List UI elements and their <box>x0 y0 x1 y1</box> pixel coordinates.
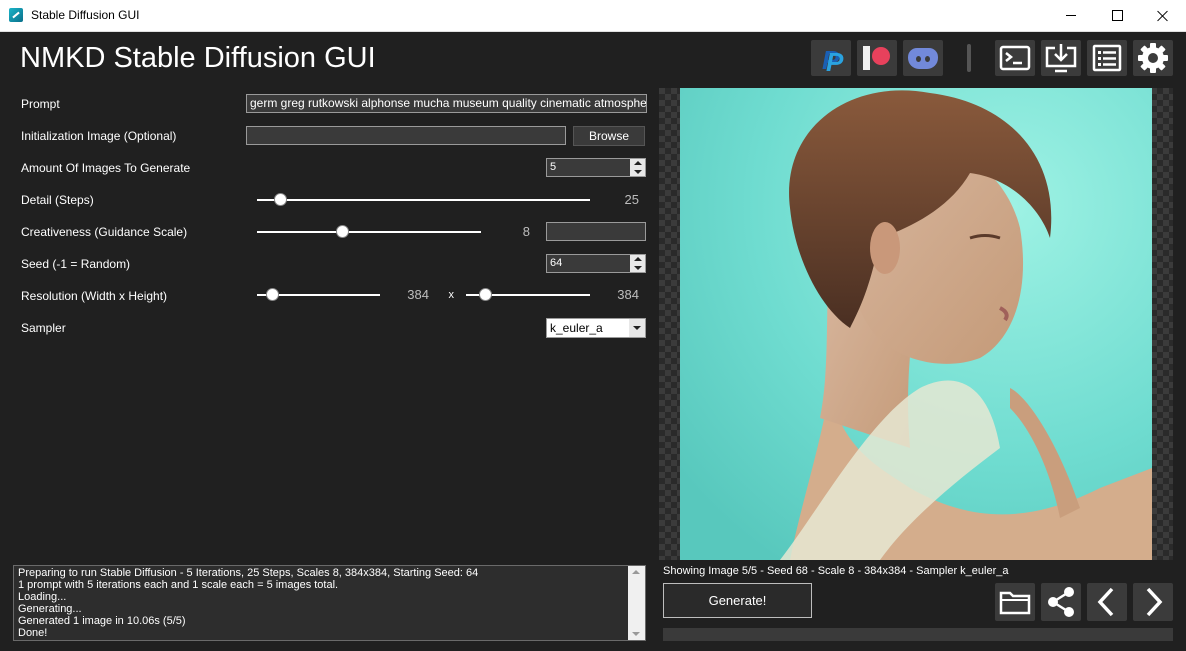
width-slider-thumb[interactable] <box>265 288 279 301</box>
spin-down-icon <box>634 170 642 174</box>
log-line: 1 prompt with 5 iterations each and 1 sc… <box>18 579 339 591</box>
generate-button[interactable]: Generate! <box>663 583 812 618</box>
log-line: Generating... <box>18 603 82 615</box>
width-value: 384 <box>407 287 429 302</box>
browse-button[interactable]: Browse <box>573 126 645 146</box>
title-bar: Stable Diffusion GUI <box>0 0 1186 32</box>
guidance-slider-thumb[interactable] <box>336 225 350 238</box>
terminal-icon <box>999 45 1031 71</box>
spin-up-icon <box>634 257 642 261</box>
prompt-input[interactable]: germ greg rutkowski alphonse mucha museu… <box>246 94 647 113</box>
steps-label: Detail (Steps) <box>21 193 94 207</box>
share-button[interactable] <box>1041 583 1081 621</box>
amount-value: 5 <box>550 161 557 173</box>
previous-icon <box>1097 587 1114 617</box>
steps-slider-thumb[interactable] <box>274 193 288 206</box>
app-icon <box>9 8 23 22</box>
guidance-input[interactable] <box>546 222 646 241</box>
steps-slider-track[interactable] <box>257 199 590 201</box>
log-line: Loading... <box>18 591 67 603</box>
sampler-select[interactable]: k_euler_a <box>546 318 646 338</box>
list-button[interactable] <box>1087 40 1127 76</box>
list-icon <box>1092 44 1122 72</box>
install-icon <box>1045 44 1077 73</box>
generated-image <box>680 88 1152 560</box>
close-button[interactable] <box>1140 0 1186 31</box>
spin-down-icon <box>634 266 642 270</box>
spin-up-icon <box>634 161 642 165</box>
height-value: 384 <box>617 287 639 302</box>
init-image-label: Initialization Image (Optional) <box>21 129 177 143</box>
toolbar-divider <box>967 44 971 72</box>
next-image-button[interactable] <box>1133 583 1173 621</box>
log-line: Generated 1 image in 10.06s (5/5) <box>18 615 186 627</box>
image-info: Showing Image 5/5 - Seed 68 - Scale 8 - … <box>663 565 1009 577</box>
guidance-slider-track[interactable] <box>257 231 481 233</box>
height-slider-thumb[interactable] <box>478 288 492 301</box>
discord-icon <box>908 48 938 69</box>
seed-value: 64 <box>550 257 563 269</box>
previous-image-button[interactable] <box>1087 583 1127 621</box>
chevron-down-icon[interactable] <box>629 319 645 337</box>
minimize-button[interactable] <box>1048 0 1094 31</box>
paypal-icon: PP <box>822 45 844 77</box>
prompt-label: Prompt <box>21 97 60 111</box>
minimize-icon <box>1066 15 1076 16</box>
folder-icon <box>999 591 1031 615</box>
discord-button[interactable] <box>903 40 943 76</box>
resolution-separator: x <box>448 289 455 301</box>
terminal-button[interactable] <box>995 40 1035 76</box>
paypal-button[interactable]: PP <box>811 40 851 77</box>
steps-value: 25 <box>624 192 639 207</box>
share-icon <box>1048 587 1074 617</box>
log-lines: Preparing to run Stable Diffusion - 5 It… <box>18 567 626 639</box>
scroll-down-icon[interactable] <box>632 632 640 636</box>
init-image-input[interactable] <box>246 126 566 145</box>
resolution-label: Resolution (Width x Height) <box>21 289 168 303</box>
guidance-label: Creativeness (Guidance Scale) <box>21 225 188 239</box>
amount-spin-arrows[interactable] <box>630 159 645 176</box>
gear-icon <box>1138 43 1168 73</box>
maximize-icon <box>1111 10 1123 21</box>
install-button[interactable] <box>1041 40 1081 76</box>
log-output[interactable]: Preparing to run Stable Diffusion - 5 It… <box>13 565 646 641</box>
amount-stepper[interactable]: 5 <box>546 158 646 177</box>
app-title: NMKD Stable Diffusion GUI <box>20 42 376 74</box>
close-icon <box>1157 10 1169 22</box>
seed-label: Seed (-1 = Random) <box>21 257 131 271</box>
window-title: Stable Diffusion GUI <box>31 8 140 22</box>
next-icon <box>1146 587 1163 617</box>
seed-stepper[interactable]: 64 <box>546 254 646 273</box>
sampler-value: k_euler_a <box>550 321 603 335</box>
log-line: Preparing to run Stable Diffusion - 5 It… <box>18 567 479 579</box>
guidance-value: 8 <box>522 224 530 239</box>
sampler-label: Sampler <box>21 321 66 335</box>
scroll-up-icon[interactable] <box>632 570 640 574</box>
log-line: Done! <box>18 627 48 639</box>
seed-spin-arrows[interactable] <box>630 255 645 272</box>
maximize-button[interactable] <box>1094 0 1140 31</box>
patreon-button[interactable] <box>857 40 897 76</box>
settings-button[interactable] <box>1133 40 1173 76</box>
amount-label: Amount Of Images To Generate <box>21 161 191 175</box>
log-scrollbar[interactable] <box>628 566 645 640</box>
open-folder-button[interactable] <box>995 583 1035 621</box>
progress-bar <box>663 628 1173 641</box>
image-viewer[interactable] <box>659 88 1173 560</box>
